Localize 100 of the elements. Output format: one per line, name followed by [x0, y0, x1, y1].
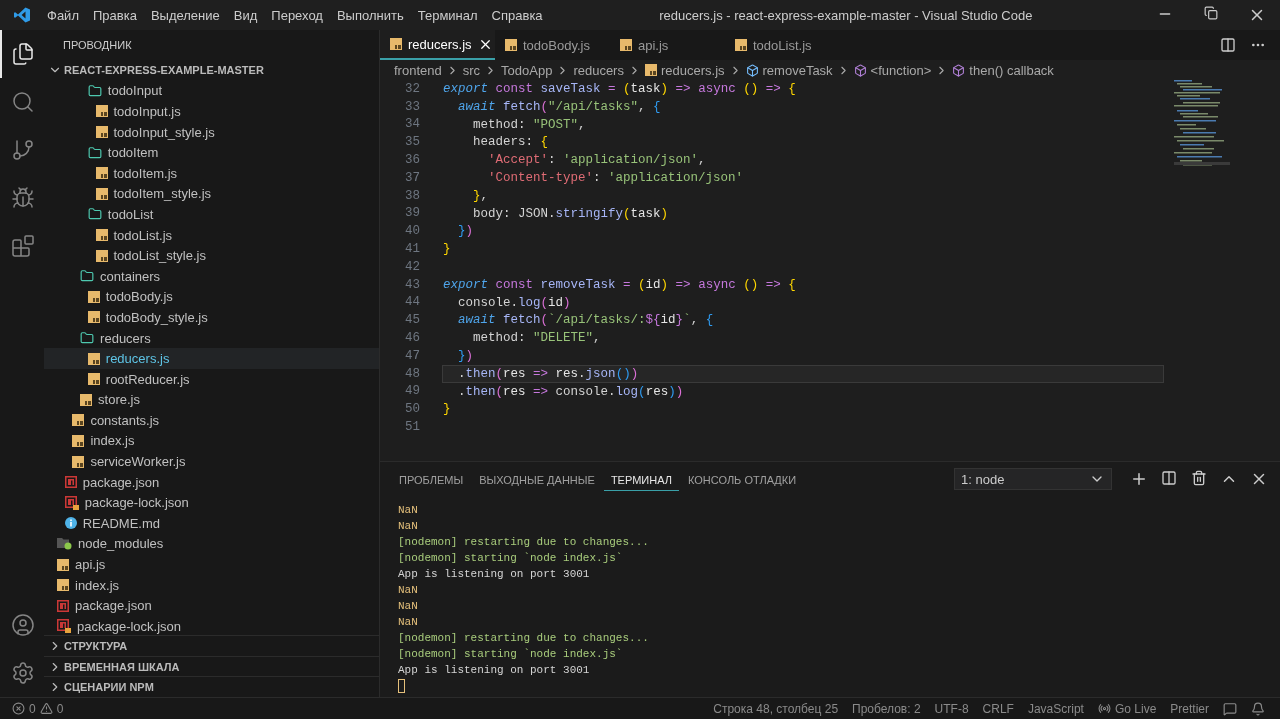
- status-item[interactable]: Prettier: [1163, 701, 1216, 716]
- bug-icon: [11, 186, 35, 210]
- panel-tab[interactable]: КОНСОЛЬ ОТЛАДКИ: [680, 467, 804, 491]
- menu-item[interactable]: Выделение: [143, 7, 227, 23]
- tree-item[interactable]: README.md: [44, 513, 379, 534]
- tree-item[interactable]: reducers.js: [44, 348, 379, 369]
- section-header[interactable]: ВРЕМЕННАЯ ШКАЛА: [44, 655, 379, 677]
- breadcrumb-item[interactable]: reducers: [573, 62, 624, 78]
- tree-item[interactable]: rootReducer.js: [44, 368, 379, 390]
- vscode-logo-icon: [14, 7, 30, 23]
- code-line: 'Accept': 'application/json',: [487, 152, 707, 169]
- menu-item[interactable]: Вид: [226, 7, 265, 23]
- breadcrumb-item[interactable]: TodoApp: [501, 62, 553, 78]
- panel-tab[interactable]: ВЫХОДНЫЕ ДАННЫЕ: [472, 467, 602, 491]
- bell-icon[interactable]: [1251, 701, 1265, 716]
- breadcrumb-item[interactable]: src: [462, 62, 481, 78]
- tree-item[interactable]: todoItem_style.js: [44, 183, 379, 205]
- line-number: 45: [404, 313, 420, 328]
- sidebar-title: ПРОВОДНИК: [63, 39, 132, 51]
- menu-item[interactable]: Файл: [40, 7, 86, 23]
- restore-icon[interactable]: [1204, 6, 1218, 20]
- section-header[interactable]: СТРУКТУРА: [44, 635, 379, 656]
- panel-tab[interactable]: ПРОБЛЕМЫ: [392, 467, 471, 491]
- js-file-icon: [72, 414, 85, 427]
- tree-item[interactable]: package.json: [44, 595, 379, 617]
- split-icon[interactable]: [1161, 470, 1177, 486]
- tree-item[interactable]: api.js: [44, 554, 379, 575]
- tree-item[interactable]: constants.js: [44, 410, 379, 431]
- menu-item[interactable]: Переход: [264, 7, 330, 23]
- line-number: 33: [404, 99, 420, 114]
- line-number: 38: [404, 188, 420, 203]
- tree-item[interactable]: todoList: [44, 204, 379, 225]
- terminal-line: [nodemon] restarting due to changes...: [398, 632, 649, 644]
- folder-icon: [80, 269, 95, 284]
- tree-item[interactable]: reducers: [44, 327, 379, 349]
- settings-icon: [11, 661, 35, 685]
- tree-item[interactable]: package-lock.json: [44, 492, 379, 514]
- terminal-select[interactable]: 1: node: [954, 468, 1112, 490]
- js-file-icon: [644, 64, 657, 76]
- line-number: 47: [404, 348, 420, 363]
- tree-item[interactable]: index.js: [44, 574, 379, 596]
- split-editor-icon[interactable]: [1220, 37, 1236, 53]
- warning-icon: [39, 702, 53, 715]
- menu-item[interactable]: Терминал: [410, 7, 485, 23]
- menu-item[interactable]: Выполнить: [329, 7, 411, 23]
- status-item[interactable]: CRLF: [975, 701, 1021, 716]
- tree-item[interactable]: containers: [44, 265, 379, 287]
- menu-item[interactable]: Справка: [484, 7, 550, 23]
- tree-item[interactable]: serviceWorker.js: [44, 451, 379, 472]
- menu-item[interactable]: Правка: [85, 7, 144, 23]
- section-header[interactable]: REACT-EXPRESS-EXAMPLE-MASTER: [44, 60, 379, 81]
- terminal-line: [nodemon] restarting due to changes...: [398, 536, 649, 548]
- editor-tab[interactable]: reducers.js: [380, 30, 495, 60]
- tree-item[interactable]: package-lock.json: [44, 616, 379, 636]
- problems-status[interactable]: 0 0: [12, 701, 71, 716]
- js-file-icon: [95, 187, 108, 200]
- tree-item[interactable]: store.js: [44, 389, 379, 411]
- add-icon[interactable]: [1130, 470, 1148, 488]
- feedback-icon[interactable]: [1223, 701, 1237, 716]
- status-item[interactable]: Go Live: [1090, 701, 1164, 716]
- status-item[interactable]: UTF-8: [927, 701, 976, 716]
- breadcrumb-item[interactable]: frontend: [394, 62, 442, 78]
- status-item[interactable]: Пробелов: 2: [845, 701, 928, 716]
- json-file-icon: [64, 476, 77, 489]
- tree-item[interactable]: node_modules: [44, 533, 379, 555]
- line-number: 32: [404, 81, 420, 96]
- tree-item[interactable]: todoInput_style.js: [44, 121, 379, 143]
- variable-icon: [745, 63, 759, 77]
- line-number: 35: [404, 135, 420, 150]
- tree-item[interactable]: todoInput.js: [44, 101, 379, 122]
- status-item[interactable]: JavaScript: [1020, 701, 1091, 716]
- tree-item[interactable]: index.js: [44, 430, 379, 452]
- code-line: body: JSON.stringify(task): [472, 205, 670, 223]
- breadcrumb-item[interactable]: removeTask: [745, 62, 833, 78]
- tree-item[interactable]: todoList_style.js: [44, 245, 379, 266]
- code-line: await fetch("/api/tasks", {: [457, 98, 662, 116]
- line-number: 50: [404, 402, 420, 417]
- status-item[interactable]: Строка 48, столбец 25: [706, 701, 846, 716]
- breadcrumb-item[interactable]: reducers.js: [644, 62, 725, 78]
- tree-item[interactable]: todoItem: [44, 142, 379, 163]
- cube-icon: [952, 63, 966, 77]
- tree-item[interactable]: package.json: [44, 471, 379, 493]
- terminal-line: App is listening on port 3001: [398, 568, 590, 580]
- terminal-line: NaN: [398, 520, 418, 532]
- info-icon: [64, 517, 77, 530]
- breadcrumb-item[interactable]: then() callback: [952, 62, 1054, 78]
- tree-item[interactable]: todoItem.js: [44, 162, 379, 184]
- line-number: 42: [404, 259, 420, 274]
- breadcrumb-item[interactable]: <function>: [853, 62, 932, 78]
- line-number: 37: [404, 170, 420, 185]
- js-file-icon: [57, 558, 69, 571]
- tree-item[interactable]: todoList.js: [44, 224, 379, 246]
- tree-item[interactable]: todoBody.js: [44, 286, 379, 308]
- tree-item[interactable]: todoInput: [44, 80, 379, 102]
- trash-icon[interactable]: [1191, 470, 1207, 486]
- code-line: export const saveTask = (task) => async () => {: [442, 81, 797, 98]
- panel-tab[interactable]: ТЕРМИНАЛ: [603, 467, 679, 491]
- js-file-icon: [390, 38, 402, 50]
- tree-item[interactable]: todoBody_style.js: [44, 307, 379, 328]
- js-file-icon: [72, 435, 85, 447]
